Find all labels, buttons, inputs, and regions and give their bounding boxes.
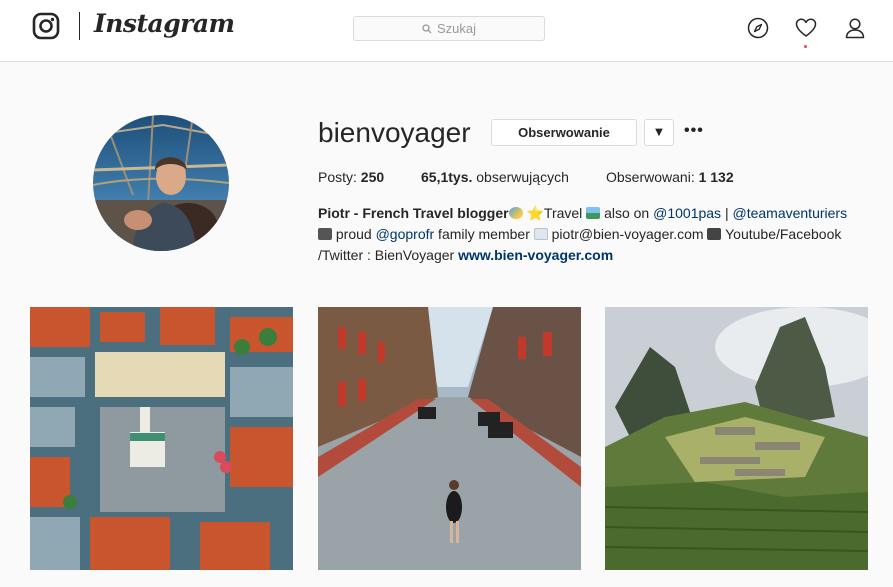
- instagram-wordmark[interactable]: Instagram: [94, 9, 235, 38]
- top-navigation-bar: Instagram Szukaj: [0, 0, 893, 62]
- posts-value: 250: [360, 169, 385, 185]
- instagram-camera-icon[interactable]: [32, 12, 60, 40]
- bio-text: proud: [332, 226, 376, 242]
- bio-line-2: proud @goprofr family member piotr@bien-…: [318, 224, 878, 245]
- posts-count: Posty: 250: [318, 169, 384, 185]
- camera-emoji-icon: [318, 228, 332, 240]
- search-input[interactable]: Szukaj: [353, 16, 545, 41]
- profile-bio: Piotr - French Travel blogger ⭐Travel al…: [318, 203, 878, 266]
- posts-label: Posty:: [318, 169, 357, 185]
- bio-text: piotr@bien-voyager.com: [547, 226, 708, 242]
- bio-text: ⭐Travel: [522, 205, 587, 221]
- post-thumbnail[interactable]: [30, 307, 293, 570]
- bio-mention-link[interactable]: @1001pas: [653, 205, 721, 221]
- envelope-emoji-icon: [533, 228, 548, 240]
- following-value: 1 132: [698, 169, 734, 185]
- post-thumbnail[interactable]: [605, 307, 868, 570]
- bio-text: Youtube/Facebook: [721, 226, 842, 242]
- post-thumbnail[interactable]: [318, 307, 581, 570]
- following-button[interactable]: Obserwowanie: [491, 119, 637, 146]
- suggestions-dropdown-button[interactable]: ▼: [644, 119, 674, 146]
- bio-text: /Twitter : BienVoyager: [318, 247, 459, 263]
- followers-label: obserwujących: [476, 169, 569, 185]
- profile-avatar[interactable]: [93, 115, 229, 251]
- post-image-machu-picchu: [605, 307, 868, 570]
- bio-full-name: Piotr - French Travel blogger: [318, 205, 509, 221]
- landscape-emoji-icon: [586, 207, 601, 219]
- bio-mention-link[interactable]: @teamaventuriers: [732, 205, 847, 221]
- following-count[interactable]: Obserwowani: 1 132: [606, 169, 734, 185]
- bio-text: also on: [600, 205, 654, 221]
- more-options-button[interactable]: •••: [684, 122, 704, 140]
- followers-value: 65,1tys.: [421, 169, 473, 185]
- logo-divider: [79, 12, 80, 40]
- globe-emoji-icon: [508, 207, 523, 219]
- post-image-town-square: [30, 307, 293, 570]
- post-image-street: [318, 307, 581, 570]
- profile-username: bienvoyager: [318, 117, 471, 148]
- search-placeholder: Szukaj: [436, 21, 477, 36]
- notification-dot: [804, 45, 807, 48]
- bio-website-link[interactable]: www.bien-voyager.com: [458, 247, 613, 263]
- bio-text: |: [721, 205, 733, 221]
- video-camera-emoji-icon: [707, 228, 722, 240]
- bio-line-3: /Twitter : BienVoyager www.bien-voyager.…: [318, 245, 878, 266]
- avatar-image: [93, 115, 229, 251]
- bio-line-1: Piotr - French Travel blogger ⭐Travel al…: [318, 203, 878, 224]
- bio-text: family member: [434, 226, 534, 242]
- following-label: Obserwowani:: [606, 169, 695, 185]
- followers-count[interactable]: 65,1tys. obserwujących: [421, 169, 569, 185]
- search-icon: [422, 23, 432, 33]
- person-icon[interactable]: [844, 17, 866, 39]
- compass-icon[interactable]: [747, 17, 769, 39]
- bio-mention-link[interactable]: @goprofr: [376, 226, 435, 242]
- heart-icon[interactable]: [795, 17, 817, 39]
